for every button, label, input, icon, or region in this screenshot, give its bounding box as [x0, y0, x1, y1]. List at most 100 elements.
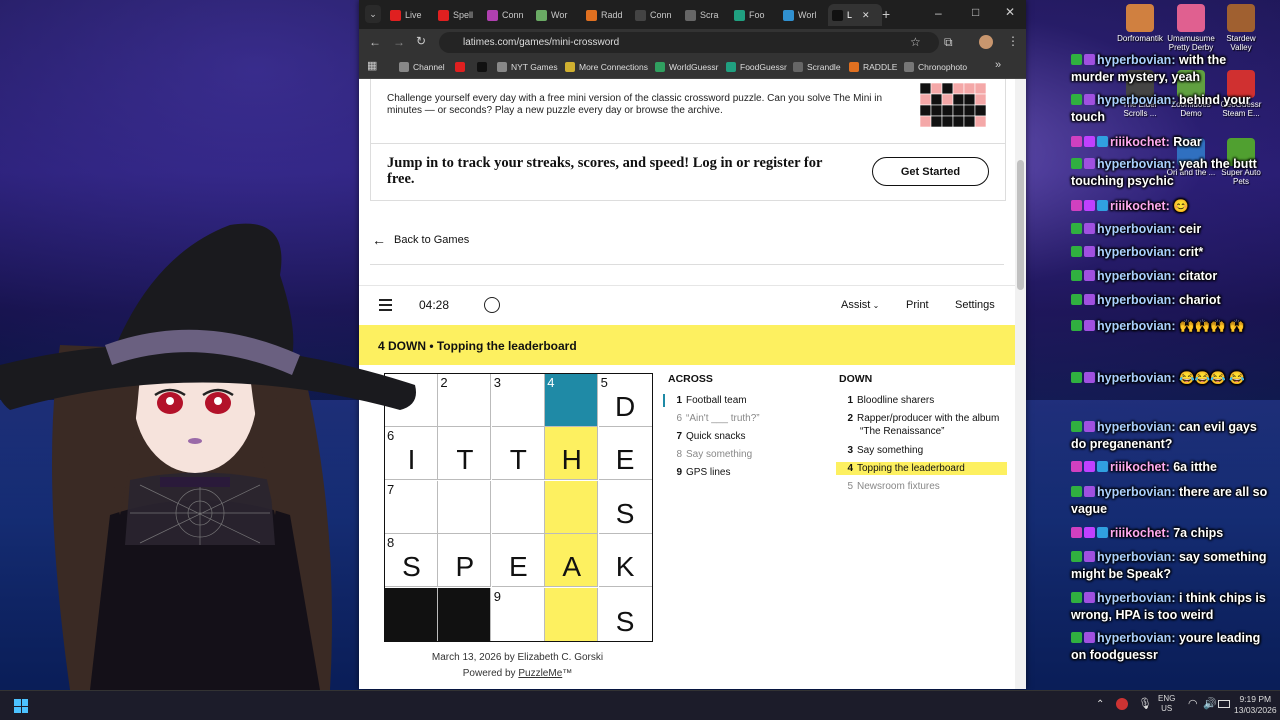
across-clue[interactable]: 7 Quick snacks — [668, 430, 818, 443]
get-started-button[interactable]: Get Started — [872, 157, 989, 186]
forward-icon[interactable]: → — [393, 35, 405, 49]
chat-username[interactable]: hyperbovian: — [1097, 53, 1176, 67]
clock[interactable]: 9:19 PM 13/03/2026 — [1234, 694, 1277, 716]
browser-tab[interactable]: Scra — [681, 4, 731, 26]
minimize-icon[interactable]: – — [935, 6, 942, 20]
maximize-icon[interactable]: □ — [972, 5, 979, 19]
browser-menu-icon[interactable]: ⋮ — [1007, 34, 1019, 48]
browser-tab[interactable]: Wor — [532, 4, 582, 26]
browser-tab[interactable]: L ✕ — [828, 4, 882, 26]
tab-search-icon[interactable]: ⌄ — [365, 5, 381, 23]
battery-icon[interactable] — [1218, 700, 1230, 708]
chat-username[interactable]: riiikochet: — [1110, 135, 1170, 149]
user-add-icon[interactable] — [484, 297, 500, 313]
chat-username[interactable]: hyperbovian: — [1097, 631, 1176, 645]
chat-username[interactable]: hyperbovian: — [1097, 550, 1176, 564]
microphone-icon[interactable]: 🎙 — [1138, 697, 1152, 710]
bookmark-item[interactable]: Scrandle — [793, 60, 841, 74]
browser-tab[interactable]: Spell — [434, 4, 484, 26]
chat-username[interactable]: hyperbovian: — [1097, 93, 1176, 107]
grid-cell[interactable] — [491, 480, 545, 534]
start-windows-icon[interactable] — [14, 699, 28, 713]
chevron-up-icon[interactable]: ⌃ — [1096, 699, 1104, 710]
close-window-icon[interactable]: ✕ — [1005, 5, 1015, 19]
grid-cell[interactable]: A — [545, 534, 599, 588]
grid-cell[interactable]: 9 — [491, 587, 545, 641]
settings-button[interactable]: Settings — [955, 299, 995, 311]
chat-username[interactable]: riiikochet: — [1110, 199, 1170, 213]
grid-cell[interactable]: S — [598, 587, 652, 641]
desktop-shortcut[interactable]: Umamusume Pretty Derby — [1165, 4, 1217, 52]
scrollbar-thumb[interactable] — [1017, 160, 1024, 290]
across-clue[interactable]: 1 Football team — [668, 394, 818, 407]
grid-cell[interactable]: 3 — [491, 374, 545, 427]
chat-username[interactable]: hyperbovian: — [1097, 420, 1176, 434]
grid-cell[interactable]: T — [438, 427, 492, 481]
grid-cell[interactable]: 5D — [598, 374, 652, 427]
bookmark-item[interactable] — [455, 60, 469, 74]
grid-cell[interactable]: 4 — [545, 374, 599, 427]
grid-cell[interactable] — [438, 480, 492, 534]
bookmark-star-icon[interactable]: ☆ — [910, 35, 921, 49]
browser-tab[interactable]: Radd — [582, 4, 632, 26]
desktop-shortcut[interactable]: Stardew Valley — [1215, 4, 1267, 52]
chat-username[interactable]: riiikochet: — [1110, 526, 1170, 540]
browser-tab[interactable]: Foo — [730, 4, 780, 26]
across-clue[interactable]: 6 “Ain't ___ truth?” — [668, 412, 818, 425]
chat-username[interactable]: riiikochet: — [1110, 460, 1170, 474]
reload-icon[interactable]: ↻ — [416, 34, 426, 48]
chat-username[interactable]: hyperbovian: — [1097, 157, 1176, 171]
browser-tab[interactable]: Conn — [483, 4, 533, 26]
grid-cell[interactable]: E — [598, 427, 652, 481]
assist-button[interactable]: Assist ⌄ — [841, 299, 879, 311]
down-clue[interactable]: 5 Newsroom fixtures — [836, 480, 1007, 493]
grid-cell[interactable]: 2 — [438, 374, 492, 427]
close-tab-icon[interactable]: ✕ — [862, 10, 870, 21]
bookmark-item[interactable]: WorldGuessr — [655, 60, 718, 74]
bookmark-item[interactable]: NYT Games — [497, 60, 558, 74]
chat-username[interactable]: hyperbovian: — [1097, 485, 1176, 499]
browser-tab[interactable]: Worl — [779, 4, 829, 26]
grid-cell[interactable]: K — [598, 534, 652, 588]
bookmark-item[interactable]: Channel — [399, 60, 445, 74]
chat-username[interactable]: hyperbovian: — [1097, 591, 1176, 605]
desktop-shortcut[interactable]: Dorfromantik — [1114, 4, 1166, 43]
grid-cell[interactable] — [545, 587, 599, 641]
volume-icon[interactable]: 🔊 — [1203, 697, 1217, 710]
print-button[interactable]: Print — [906, 299, 929, 311]
chat-username[interactable]: hyperbovian: — [1097, 245, 1176, 259]
extensions-icon[interactable]: ⧉ — [944, 35, 953, 50]
across-clue[interactable]: 8 Say something — [668, 448, 818, 461]
grid-cell[interactable]: H — [545, 427, 599, 481]
profile-avatar-icon[interactable] — [979, 35, 993, 49]
bookmark-item[interactable] — [477, 60, 491, 74]
grid-cell[interactable]: S — [598, 480, 652, 534]
chat-username[interactable]: hyperbovian: — [1097, 319, 1176, 333]
across-clue[interactable]: 9 GPS lines — [668, 466, 818, 479]
down-clue[interactable]: 3 Say something — [836, 444, 1007, 457]
browser-tab[interactable]: Live — [386, 4, 436, 26]
browser-tab[interactable]: Conn — [631, 4, 681, 26]
tray-app-icon[interactable] — [1116, 698, 1128, 710]
url-input[interactable]: latimes.com/games/mini-crossword — [439, 32, 939, 53]
more-bookmarks-icon[interactable]: » — [995, 59, 1001, 71]
bookmark-item[interactable]: FoodGuessr — [726, 60, 787, 74]
apps-grid-icon[interactable]: ▦ — [367, 59, 377, 72]
new-tab-icon[interactable]: + — [882, 6, 890, 22]
bookmark-item[interactable]: More Connections — [565, 60, 648, 74]
down-clue[interactable]: 4 Topping the leaderboard — [836, 462, 1007, 475]
wifi-icon[interactable]: ◠ — [1188, 697, 1198, 710]
language-indicator[interactable]: ENG US — [1158, 694, 1175, 714]
grid-cell[interactable]: T — [491, 427, 545, 481]
grid-cell[interactable]: E — [491, 534, 545, 588]
down-clue[interactable]: 2 Rapper/producer with the album “The Ren… — [836, 412, 1005, 438]
puzzleme-link[interactable]: PuzzleMe — [518, 668, 562, 679]
chat-username[interactable]: hyperbovian: — [1097, 371, 1176, 385]
down-clue[interactable]: 1 Bloodline sharers — [836, 394, 1007, 407]
bookmark-item[interactable]: RADDLE — [849, 60, 897, 74]
chat-username[interactable]: hyperbovian: — [1097, 293, 1176, 307]
chat-username[interactable]: hyperbovian: — [1097, 269, 1176, 283]
grid-cell[interactable]: P — [438, 534, 492, 588]
bookmark-item[interactable]: Chronophoto — [904, 60, 967, 74]
chat-username[interactable]: hyperbovian: — [1097, 222, 1176, 236]
